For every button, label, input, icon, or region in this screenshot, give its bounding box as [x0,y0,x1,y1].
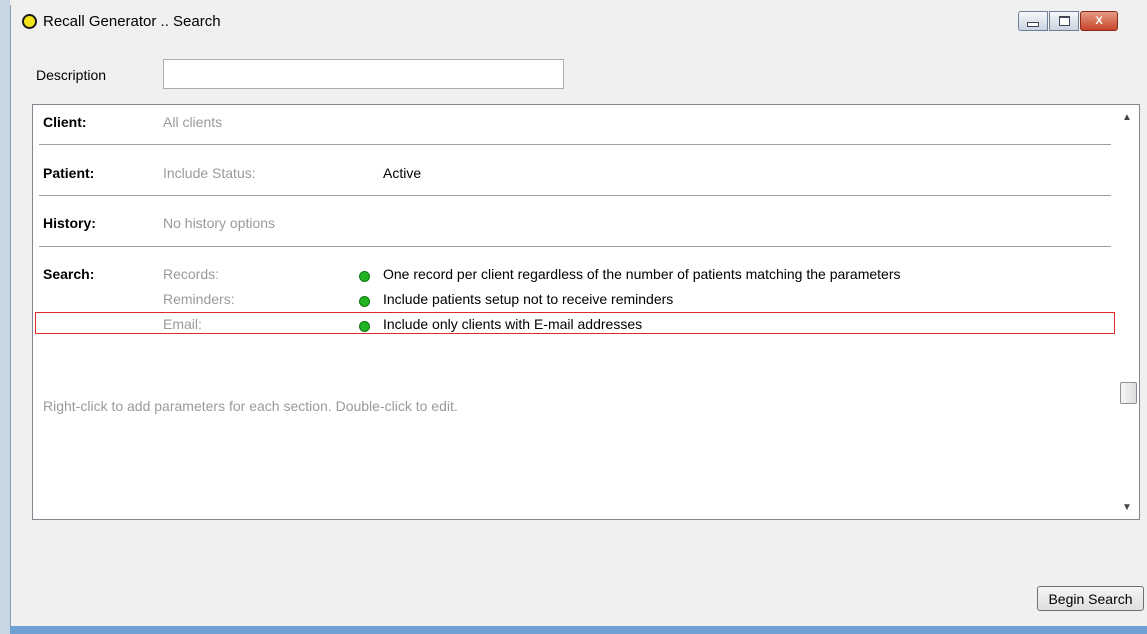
history-section-label: History: [43,215,96,231]
minimize-icon [1027,21,1039,27]
records-param[interactable]: Records: [163,266,219,282]
patient-section-label: Patient: [43,165,95,181]
recall-generator-window: Recall Generator .. Search X Description… [10,5,1147,628]
client-param[interactable]: All clients [163,114,222,130]
window-bottom-edge [10,626,1147,634]
instruction-hint: Right-click to add parameters for each s… [43,398,458,414]
patient-status-param[interactable]: Include Status: [163,165,256,181]
green-bullet-icon [359,296,370,307]
app-icon [22,14,37,29]
close-icon: X [1095,15,1103,27]
section-divider [39,195,1111,196]
scroll-thumb[interactable] [1120,382,1137,404]
search-criteria-panel[interactable]: Client: All clients Patient: Include Sta… [32,104,1140,520]
close-button[interactable]: X [1080,11,1118,31]
desktop-background [0,0,10,634]
email-param[interactable]: Email: [163,316,202,332]
begin-search-button[interactable]: Begin Search [1037,586,1144,611]
records-value[interactable]: One record per client regardless of the … [383,266,901,282]
title-bar[interactable]: Recall Generator .. Search X [11,5,1147,39]
green-bullet-icon [359,321,370,332]
description-label: Description [36,67,107,83]
patient-status-value[interactable]: Active [383,165,421,181]
section-divider [39,246,1111,247]
search-section-label: Search: [43,266,95,282]
reminders-param[interactable]: Reminders: [163,291,235,307]
email-value[interactable]: Include only clients with E-mail address… [383,316,642,332]
scroll-down-icon[interactable]: ▼ [1122,502,1132,513]
description-input[interactable] [163,59,564,89]
maximize-icon [1058,16,1070,26]
history-param[interactable]: No history options [163,215,275,231]
maximize-button[interactable] [1049,11,1079,31]
reminders-value[interactable]: Include patients setup not to receive re… [383,291,673,307]
minimize-button[interactable] [1018,11,1048,31]
green-bullet-icon [359,271,370,282]
client-section-label: Client: [43,114,87,130]
window-title: Recall Generator .. Search [43,13,221,30]
scroll-up-icon[interactable]: ▲ [1122,112,1132,123]
section-divider [39,144,1111,145]
vertical-scrollbar[interactable]: ▲ ▼ [1119,106,1138,518]
